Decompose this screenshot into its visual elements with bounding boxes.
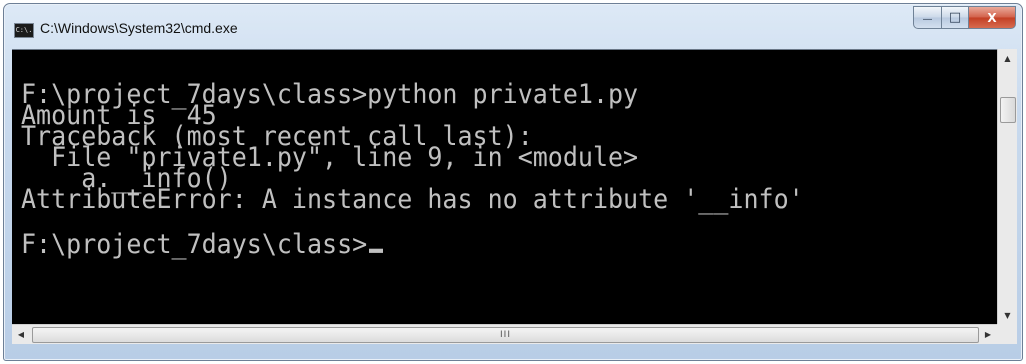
console-line: AttributeError: A instance has no attrib… xyxy=(21,183,804,215)
text-cursor xyxy=(369,248,384,253)
close-button[interactable]: X xyxy=(969,6,1016,29)
horizontal-scrollbar[interactable]: ◀ III ▶ xyxy=(12,324,997,344)
scrollbar-corner xyxy=(997,324,1017,344)
maximize-button[interactable]: □ xyxy=(942,6,969,29)
console-prompt: F:\project_7days\class> xyxy=(21,228,368,260)
window-title: C:\Windows\System32\cmd.exe xyxy=(40,20,238,36)
scroll-right-icon[interactable]: ▶ xyxy=(979,325,997,344)
window-controls: — □ X xyxy=(913,6,1016,29)
vertical-scroll-thumb[interactable] xyxy=(1000,97,1016,123)
minimize-button[interactable]: — xyxy=(913,6,942,29)
scroll-down-icon[interactable]: ▼ xyxy=(998,306,1017,324)
maximize-icon: □ xyxy=(948,10,962,25)
console-output[interactable]: F:\project_7days\class>python private1.p… xyxy=(12,49,997,325)
scroll-left-icon[interactable]: ◀ xyxy=(12,325,30,344)
cmd-app-icon[interactable]: C:\. xyxy=(14,23,34,38)
close-icon: X xyxy=(987,10,997,25)
vertical-scrollbar[interactable]: ▲ ▼ xyxy=(997,49,1017,324)
console-prompt-line: F:\project_7days\class> xyxy=(21,231,384,257)
horizontal-scroll-thumb[interactable]: III xyxy=(32,327,979,343)
cmd-window: C:\. C:\Windows\System32\cmd.exe — □ X F… xyxy=(3,3,1023,361)
grip-icon: III xyxy=(500,330,511,340)
scroll-up-icon[interactable]: ▲ xyxy=(998,49,1017,67)
minimize-icon: — xyxy=(922,14,933,25)
title-bar[interactable]: C:\. C:\Windows\System32\cmd.exe — □ X xyxy=(4,4,1022,48)
